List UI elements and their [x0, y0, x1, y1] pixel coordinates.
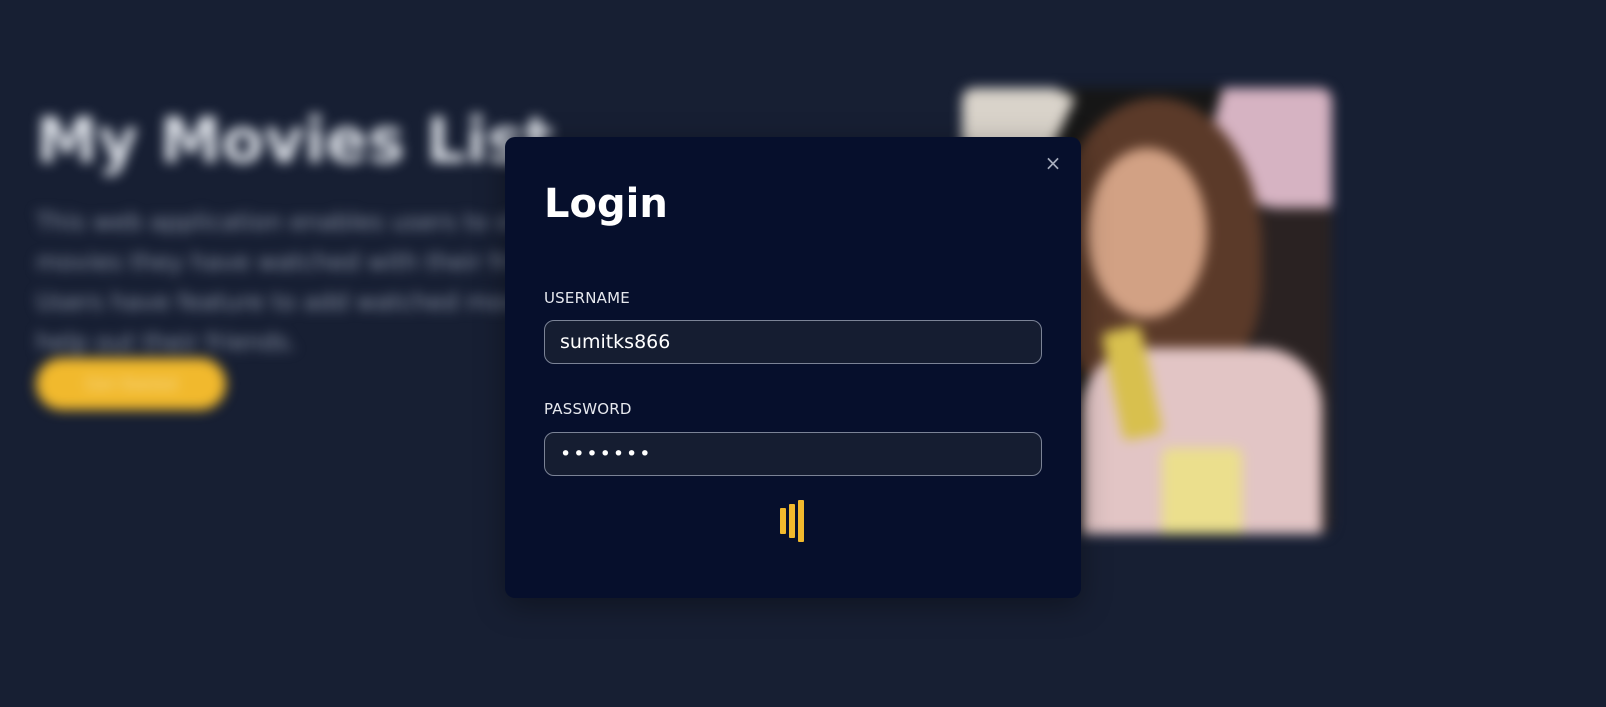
- loader-bar: [798, 500, 804, 542]
- password-label: PASSWORD: [544, 400, 632, 418]
- modal-title: Login: [544, 181, 668, 227]
- photo-shape: [1087, 148, 1207, 318]
- photo-shape: [1162, 448, 1242, 534]
- username-label: USERNAME: [544, 289, 630, 307]
- loader-bar: [789, 504, 795, 538]
- hero-title: My Movies List: [36, 104, 554, 177]
- password-input[interactable]: [544, 432, 1042, 476]
- close-icon[interactable]: ×: [1041, 151, 1065, 175]
- login-modal: × Login USERNAME PASSWORD: [505, 137, 1081, 598]
- get-started-button: Get Started: [36, 358, 226, 410]
- loader-bar: [780, 508, 786, 534]
- loading-bars-icon: [780, 498, 810, 542]
- username-input[interactable]: [544, 320, 1042, 364]
- page: My Movies List This web application enab…: [0, 0, 1606, 707]
